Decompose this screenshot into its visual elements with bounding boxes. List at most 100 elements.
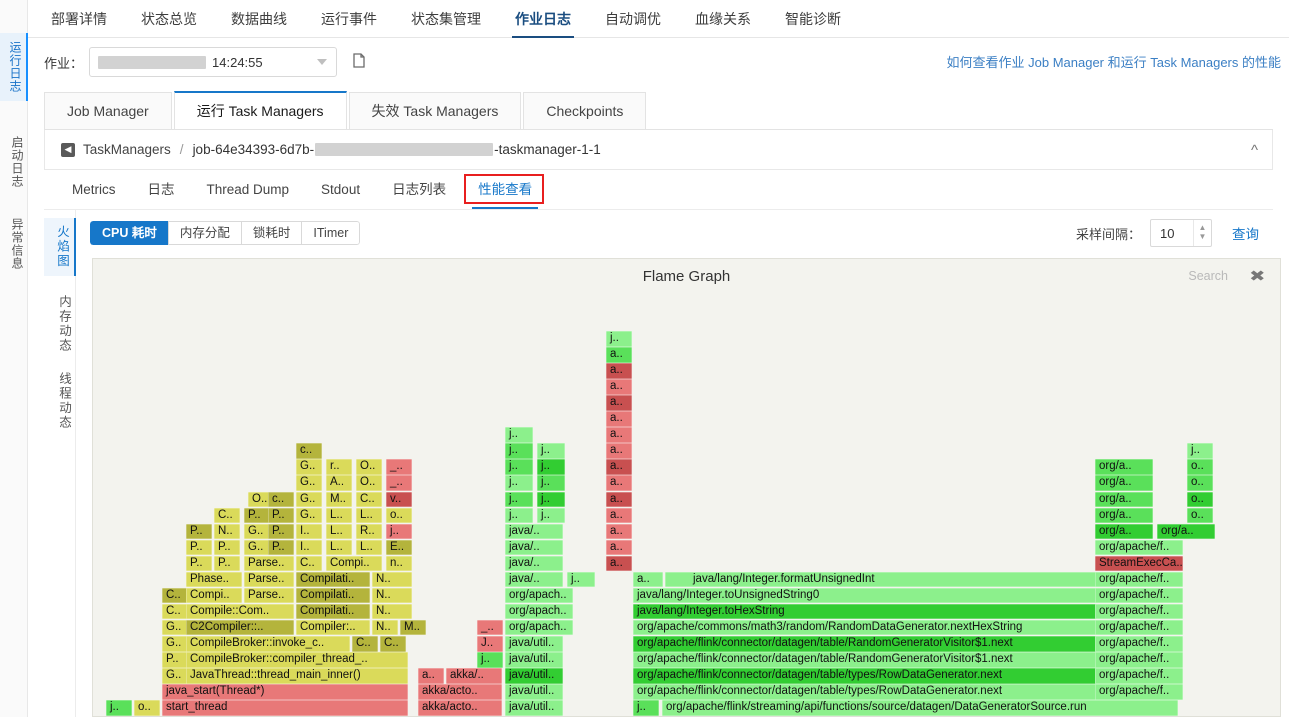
flame-frame[interactable]: C.. <box>296 555 322 572</box>
flame-frame[interactable]: j.. <box>505 427 533 443</box>
flame-frame[interactable]: N.. <box>214 523 240 540</box>
flame-frame[interactable]: JavaThread::thread_main_inner() <box>186 668 408 684</box>
flame-frame[interactable]: Compile::Com.. <box>186 603 294 620</box>
flame-frame[interactable]: a.. <box>606 507 632 524</box>
mode-itimer[interactable]: ITimer <box>301 221 361 245</box>
flame-frame[interactable]: a.. <box>606 491 632 508</box>
flame-frame[interactable]: a.. <box>606 411 632 427</box>
flame-frame[interactable]: akka/.. <box>446 668 502 684</box>
flame-frame[interactable]: v.. <box>386 491 412 508</box>
flame-frame[interactable]: j.. <box>505 443 533 459</box>
flame-frame[interactable]: org/apache/flink/streaming/api/functions… <box>662 700 1178 716</box>
flame-frame[interactable]: org/a.. <box>1157 523 1215 540</box>
flame-frame[interactable]: L.. <box>356 539 382 556</box>
flame-frame[interactable]: o.. <box>1187 475 1213 492</box>
nav-tab-lineage[interactable]: 血缘关系 <box>678 0 768 38</box>
flame-frame[interactable]: j.. <box>606 331 632 347</box>
flame-frame[interactable]: G.. <box>296 507 322 524</box>
flame-frame[interactable]: a.. <box>418 668 444 684</box>
flame-frame[interactable]: j.. <box>633 700 659 716</box>
flame-frame[interactable]: Compi.. <box>326 555 382 572</box>
search-input[interactable]: Search <box>1188 269 1228 283</box>
flame-frame[interactable]: org/apach.. <box>505 603 573 620</box>
sample-interval-input[interactable]: 10 ▲ ▼ <box>1150 219 1212 247</box>
flame-frame[interactable]: o.. <box>1187 459 1213 475</box>
copy-icon[interactable] <box>351 52 367 72</box>
flame-frame[interactable]: O.. <box>356 475 382 492</box>
flame-frame[interactable]: java/util.. <box>505 635 563 652</box>
flame-frame[interactable]: j.. <box>505 475 533 492</box>
flame-frame[interactable]: o.. <box>1187 491 1213 508</box>
flame-frame[interactable]: c.. <box>268 491 294 508</box>
job-select-dropdown[interactable]: 14:24:55 <box>89 47 338 77</box>
flame-frame[interactable]: L.. <box>356 507 382 524</box>
flame-frame[interactable]: j.. <box>386 523 412 540</box>
flame-frame[interactable]: N.. <box>372 587 412 604</box>
flame-frame[interactable]: N.. <box>372 619 398 636</box>
flame-frame[interactable]: j.. <box>537 443 565 459</box>
flame-frame[interactable]: M.. <box>326 491 352 508</box>
flame-frame[interactable]: org/apache/f.. <box>1095 587 1183 604</box>
flame-frame[interactable]: org/apache/f.. <box>1095 652 1183 668</box>
flame-frame[interactable]: j.. <box>567 571 595 588</box>
flame-frame[interactable]: StreamExecCa.. <box>1095 555 1183 572</box>
flame-frame[interactable]: a.. <box>606 427 632 443</box>
breadcrumb-root[interactable]: TaskManagers <box>83 142 171 157</box>
flame-frame[interactable]: E.. <box>386 539 412 556</box>
flame-frame[interactable]: C.. <box>162 587 188 604</box>
flame-frame[interactable]: Compi.. <box>186 587 242 604</box>
tab-running-task-managers[interactable]: 运行 Task Managers <box>173 91 347 129</box>
flame-frame[interactable]: G.. <box>162 668 188 684</box>
sub-tab-metrics[interactable]: Metrics <box>56 170 132 209</box>
flame-frame[interactable]: org/apache/f.. <box>1095 539 1183 556</box>
flame-frame[interactable]: start_thread <box>162 700 408 716</box>
flame-frame[interactable]: CompileBroker::invoke_c.. <box>186 635 350 652</box>
flame-frame[interactable]: j.. <box>537 459 565 475</box>
flame-frame[interactable]: a.. <box>606 443 632 459</box>
flame-frame[interactable]: o.. <box>134 700 160 716</box>
sub-tab-stdout[interactable]: Stdout <box>305 170 376 209</box>
flame-frame[interactable]: C.. <box>356 491 382 508</box>
flame-frame[interactable]: java/.. <box>505 539 563 556</box>
flame-frame[interactable]: P.. <box>268 539 294 556</box>
flame-frame[interactable]: G.. <box>296 459 322 475</box>
flame-frame[interactable]: _.. <box>386 475 412 492</box>
flame-frame[interactable]: C.. <box>380 635 406 652</box>
chevron-up-icon[interactable]: ^ <box>1251 142 1258 159</box>
flame-frame[interactable]: java/.. <box>505 571 563 588</box>
flame-frame[interactable]: L.. <box>326 539 352 556</box>
flame-frame[interactable]: j.. <box>537 507 565 524</box>
flame-frame[interactable]: A.. <box>326 475 352 492</box>
flame-frame[interactable]: G.. <box>244 523 270 540</box>
flame-frame[interactable]: a.. <box>606 555 632 572</box>
nav-tab-run-events[interactable]: 运行事件 <box>304 0 394 38</box>
nav-tab-statefulset-mgmt[interactable]: 状态集管理 <box>394 0 498 38</box>
flame-frame[interactable]: G.. <box>162 635 188 652</box>
sub-tab-log-list[interactable]: 日志列表 <box>376 170 462 209</box>
flame-frame[interactable]: Compilati.. <box>296 587 370 604</box>
flame-frame[interactable]: G.. <box>296 491 322 508</box>
flame-frame[interactable]: P.. <box>186 539 212 556</box>
flame-frame[interactable]: Parse.. <box>244 555 294 572</box>
flame-frame[interactable]: akka/acto.. <box>418 684 502 700</box>
sidebar-item-startup-log[interactable]: 启动日志 <box>0 128 28 196</box>
flame-frame[interactable]: j.. <box>477 652 503 668</box>
flame-frame[interactable]: G.. <box>296 475 322 492</box>
mode-lock-time[interactable]: 锁耗时 <box>240 221 302 245</box>
flame-frame[interactable]: a.. <box>606 363 632 379</box>
flame-frame[interactable]: org/a.. <box>1095 523 1153 540</box>
perf-item-flame-graph[interactable]: 火焰图 <box>44 218 76 276</box>
flame-frame[interactable]: org/apache/f.. <box>1095 635 1183 652</box>
nav-tab-job-log[interactable]: 作业日志 <box>498 0 588 38</box>
flame-frame[interactable]: org/a.. <box>1095 491 1153 508</box>
flame-frame[interactable]: P.. <box>268 507 294 524</box>
flame-frame[interactable]: C2Compiler::.. <box>186 619 294 636</box>
flame-frame[interactable]: Compilati.. <box>296 571 370 588</box>
flame-frame[interactable]: a.. <box>633 571 663 588</box>
flame-frame[interactable]: a.. <box>606 459 632 475</box>
flame-frame[interactable]: N.. <box>372 603 412 620</box>
flame-frame[interactable]: akka/acto.. <box>418 700 502 716</box>
flame-frame[interactable]: N.. <box>372 571 412 588</box>
nav-tab-smart-diagnosis[interactable]: 智能诊断 <box>768 0 858 38</box>
tab-checkpoints[interactable]: Checkpoints <box>523 92 647 129</box>
